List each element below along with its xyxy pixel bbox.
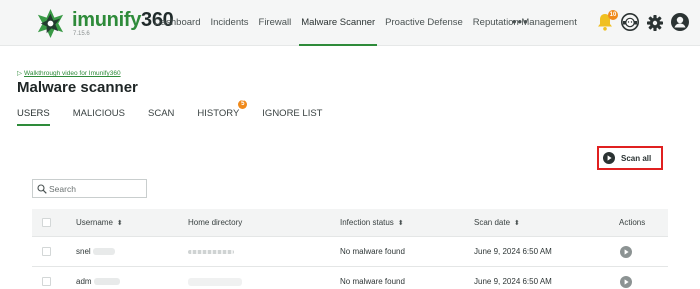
row-checkbox[interactable] [42, 247, 51, 256]
scan-all-label: Scan all [621, 153, 652, 163]
column-actions: Actions [619, 218, 646, 227]
search-icon [37, 183, 47, 194]
row-username-text: snel [76, 247, 91, 256]
scan-all-button[interactable]: Scan all [603, 150, 651, 166]
tab-history[interactable]: HISTORY 5 [197, 100, 248, 126]
column-infection-status[interactable]: Infection status ⬍ [340, 209, 404, 236]
row-infection-status: No malware found [340, 277, 405, 286]
row-username-text: adm [76, 277, 92, 286]
nav-proactive-defense[interactable]: Proactive Defense [385, 0, 463, 46]
redacted-text [188, 249, 234, 254]
video-triangle-icon: ▷ [17, 70, 22, 77]
sort-icon: ⬍ [397, 219, 404, 227]
nav-incidents[interactable]: Incidents [210, 0, 248, 46]
row-infection-status: No malware found [340, 247, 405, 256]
column-home-directory: Home directory [188, 218, 243, 227]
column-infection-status-label: Infection status [340, 218, 394, 227]
column-username[interactable]: Username ⬍ [76, 209, 123, 236]
tab-malicious[interactable]: MALICIOUS [73, 108, 125, 126]
column-scan-date-label: Scan date [474, 218, 511, 227]
tab-ignore-list[interactable]: IGNORE LIST [262, 108, 322, 126]
settings-gear-icon [647, 15, 663, 31]
row-select-cell [42, 267, 51, 289]
imunify-logo[interactable]: imunify360 7.15.6 [34, 6, 174, 40]
table-row: snel No malware found June 9, 2024 6:50 … [32, 237, 668, 288]
top-navigation-bar: imunify360 7.15.6 Dashboard Incidents Fi… [0, 0, 700, 46]
support-button[interactable] [620, 12, 640, 32]
column-username-label: Username [76, 218, 113, 227]
select-all-checkbox[interactable] [42, 218, 51, 227]
sort-icon: ⬍ [514, 219, 520, 227]
row-home-directory [188, 267, 242, 289]
page-title: Malware scanner [17, 79, 138, 96]
table-row: adm No malware found June 9, 2024 6:50 A… [32, 267, 668, 289]
user-account-button[interactable] [670, 12, 690, 32]
row-username: snel [76, 237, 115, 266]
redacted-text [93, 278, 120, 285]
play-circle-icon[interactable] [620, 275, 632, 288]
play-circle-icon [603, 152, 615, 164]
users-table: Username ⬍ Home directory Infection statu… [32, 209, 668, 289]
row-username: adm [76, 267, 120, 289]
table-header: Username ⬍ Home directory Infection statu… [32, 209, 668, 237]
notification-count-badge: 10 [608, 10, 618, 20]
tab-scan[interactable]: SCAN [148, 108, 174, 126]
row-scan-date: June 9, 2024 6:50 AM [474, 277, 552, 286]
row-checkbox[interactable] [42, 277, 51, 286]
search-input[interactable] [49, 183, 139, 194]
row-scan-date: June 9, 2024 6:50 AM [474, 247, 552, 256]
walkthrough-link-label: Walkthrough video for Imunify360 [24, 70, 121, 77]
scanner-tabs: USERS MALICIOUS SCAN HISTORY 5 IGNORE LI… [17, 100, 345, 126]
row-actions [620, 237, 632, 266]
settings-button[interactable] [646, 12, 666, 32]
nav-more-button[interactable]: ••• [512, 15, 529, 29]
logo-text-main: imunify [72, 9, 142, 31]
walkthrough-video-link[interactable]: ▷ Walkthrough video for Imunify360 [17, 69, 121, 77]
imunify-logo-icon [37, 8, 64, 38]
history-count-badge: 5 [238, 100, 248, 109]
notifications-button[interactable]: 10 [596, 10, 618, 32]
column-scan-date[interactable]: Scan date ⬍ [474, 209, 520, 236]
row-actions [620, 267, 632, 289]
redacted-text [92, 248, 115, 255]
play-circle-icon[interactable] [620, 245, 632, 258]
nav-dashboard[interactable]: Dashboard [154, 0, 200, 46]
app-version: 7.15.6 [73, 31, 90, 37]
row-select-cell [42, 237, 51, 266]
redacted-text [188, 277, 242, 286]
tab-history-label: HISTORY [197, 108, 240, 119]
tab-users[interactable]: USERS [17, 108, 50, 126]
row-home-directory [188, 237, 234, 266]
sort-icon: ⬍ [116, 219, 123, 227]
user-account-icon [671, 13, 689, 31]
search-box[interactable] [32, 179, 147, 198]
support-agent-icon [621, 13, 639, 31]
select-all-cell [42, 209, 51, 236]
nav-malware-scanner[interactable]: Malware Scanner [299, 0, 378, 46]
nav-firewall[interactable]: Firewall [259, 0, 292, 46]
